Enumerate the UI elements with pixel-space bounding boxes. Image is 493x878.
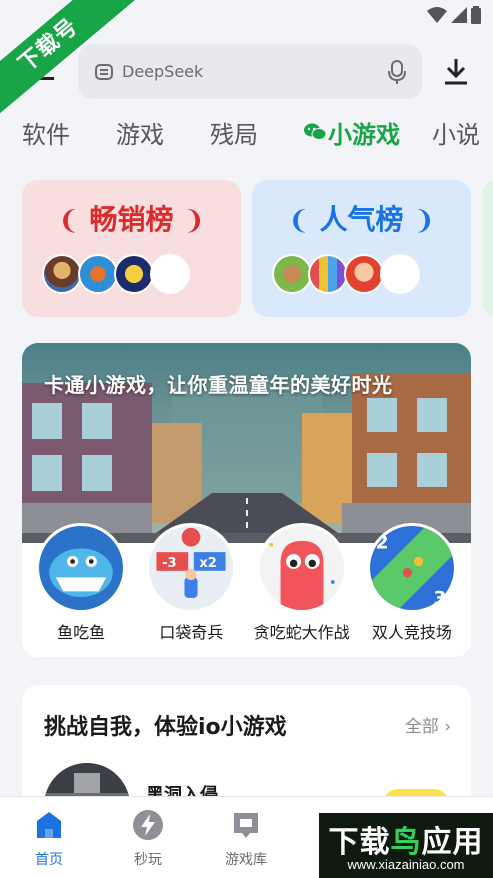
battery-icon: [471, 6, 481, 24]
shark-icon: [36, 523, 127, 613]
watermark-badge: 下载鸟应用 www.xiazainiao.com: [319, 813, 493, 878]
nav-home[interactable]: 首页: [14, 809, 84, 869]
soldier-icon: -3 x2: [146, 523, 237, 613]
game-name: 双人竞技场: [371, 623, 452, 642]
status-icons: [427, 6, 481, 24]
next-rank-card[interactable]: [482, 180, 493, 317]
search-input[interactable]: DeepSeek: [122, 62, 388, 81]
nav-instant-play[interactable]: 秒玩: [113, 809, 183, 869]
versus-icon: 2 3: [366, 523, 457, 613]
game-name: 口袋奇兵: [159, 623, 224, 642]
bestseller-label: 畅销榜: [89, 203, 174, 236]
search-icon: [95, 63, 113, 80]
game-item-fish[interactable]: 鱼吃鱼: [29, 523, 133, 643]
nav-game-library[interactable]: 游戏库: [211, 809, 281, 869]
game-name: 鱼吃鱼: [57, 623, 106, 642]
svg-text:3: 3: [433, 588, 446, 609]
popular-card[interactable]: ❨ 人气榜 ❩: [252, 180, 471, 317]
microphone-icon[interactable]: [388, 59, 406, 84]
wifi-icon: [427, 7, 447, 23]
home-icon: [37, 812, 61, 838]
watermark-part: 鸟: [390, 825, 422, 860]
svg-text:2: 2: [375, 532, 388, 553]
bestseller-avatars: [42, 254, 190, 294]
game-item-duel-arena[interactable]: 2 3 双人竞技场: [360, 523, 464, 643]
popular-label: 人气榜: [319, 203, 404, 236]
svg-text:-3: -3: [162, 556, 177, 571]
featured-games: 鱼吃鱼 -3 x2 口袋奇兵 贪吃蛇大作战 2 3 双人竞技场: [22, 523, 471, 643]
library-icon: [234, 813, 258, 838]
laurel-left-icon: ❨: [287, 206, 310, 236]
laurel-right-icon: ❩: [183, 206, 206, 236]
bestseller-card[interactable]: ❨ 畅销榜 ❩: [22, 180, 241, 317]
game-avatar-icon: [344, 254, 384, 294]
game-name: 贪吃蛇大作战: [253, 623, 350, 642]
tab-games[interactable]: 游戏: [116, 115, 164, 150]
popular-avatars: [272, 254, 420, 294]
signal-icon: [451, 7, 467, 23]
bestseller-title: ❨ 畅销榜 ❩: [22, 198, 241, 238]
view-all-link[interactable]: 全部 ›: [405, 712, 451, 737]
more-avatar-icon: [150, 254, 190, 294]
popular-title: ❨ 人气榜 ❩: [252, 198, 471, 238]
search-bar[interactable]: DeepSeek: [78, 44, 422, 99]
io-section-title: 挑战自我，体验io小游戏: [44, 715, 287, 740]
tab-mini-games[interactable]: 小游戏: [304, 115, 400, 150]
watermark-part: 下载: [328, 825, 391, 860]
tab-endgame[interactable]: 残局: [210, 115, 258, 150]
laurel-right-icon: ❩: [413, 206, 436, 236]
nav-label: 秒玩: [134, 852, 162, 868]
watermark-url: www.xiazainiao.com: [347, 857, 465, 872]
tab-software[interactable]: 软件: [22, 115, 70, 150]
nav-label: 首页: [35, 852, 63, 868]
game-item-snake[interactable]: 贪吃蛇大作战: [250, 523, 354, 643]
nav-label: 游戏库: [225, 852, 267, 868]
watermark-part: 应用: [421, 825, 484, 860]
svg-text:x2: x2: [200, 556, 218, 571]
cartoon-games-card[interactable]: 卡通小游戏，让你重温童年的美好时光 鱼吃鱼 -3 x2 口袋奇兵 贪吃蛇大作战 …: [22, 343, 471, 657]
tab-mini-games-label: 小游戏: [328, 120, 400, 149]
lightning-icon: [133, 810, 163, 840]
more-avatar-icon: [380, 254, 420, 294]
watermark-text: 下载鸟应用: [319, 817, 493, 861]
wechat-icon: [304, 123, 326, 140]
snake-icon: [256, 523, 347, 613]
game-avatar-icon: [42, 254, 82, 294]
banner-title: 卡通小游戏，让你重温童年的美好时光: [44, 373, 393, 397]
laurel-left-icon: ❨: [57, 206, 80, 236]
game-avatar-icon: [78, 254, 118, 294]
game-avatar-icon: [308, 254, 348, 294]
download-icon[interactable]: [441, 56, 471, 86]
game-avatar-icon: [114, 254, 154, 294]
game-avatar-icon: [272, 254, 312, 294]
tab-novels[interactable]: 小说: [432, 115, 480, 150]
category-tabs: 软件 游戏 残局 小游戏 小说: [22, 112, 493, 152]
game-item-pocket-soldiers[interactable]: -3 x2 口袋奇兵: [139, 523, 243, 643]
